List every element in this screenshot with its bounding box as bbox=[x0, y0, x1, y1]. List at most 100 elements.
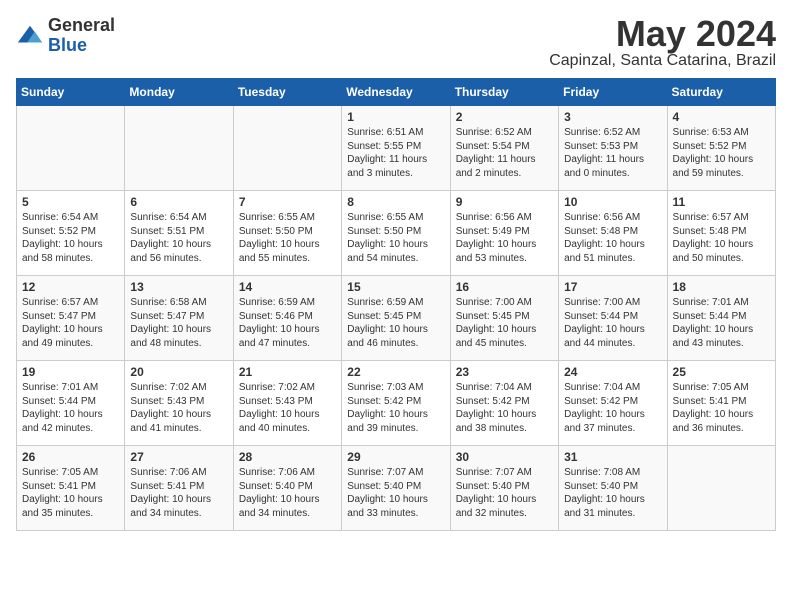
day-number: 8 bbox=[347, 195, 444, 209]
day-cell: 19 Sunrise: 7:01 AMSunset: 5:44 PMDayligh… bbox=[17, 361, 125, 446]
day-number: 5 bbox=[22, 195, 119, 209]
day-cell: 17 Sunrise: 7:00 AMSunset: 5:44 PMDayligh… bbox=[559, 276, 667, 361]
day-number: 2 bbox=[456, 110, 553, 124]
logo-general: General bbox=[48, 16, 115, 36]
header: General Blue May 2024 Capinzal, Santa Ca… bbox=[16, 16, 776, 70]
logo-icon bbox=[16, 22, 44, 50]
day-number: 12 bbox=[22, 280, 119, 294]
day-cell: 30 Sunrise: 7:07 AMSunset: 5:40 PMDayligh… bbox=[450, 446, 558, 531]
header-cell-sunday: Sunday bbox=[17, 79, 125, 106]
day-cell: 15 Sunrise: 6:59 AMSunset: 5:45 PMDayligh… bbox=[342, 276, 450, 361]
header-cell-saturday: Saturday bbox=[667, 79, 775, 106]
day-number: 21 bbox=[239, 365, 336, 379]
header-cell-tuesday: Tuesday bbox=[233, 79, 341, 106]
day-cell bbox=[233, 106, 341, 191]
day-info: Sunrise: 7:03 AMSunset: 5:42 PMDaylight:… bbox=[347, 381, 444, 435]
day-number: 20 bbox=[130, 365, 227, 379]
day-cell: 21 Sunrise: 7:02 AMSunset: 5:43 PMDayligh… bbox=[233, 361, 341, 446]
day-number: 22 bbox=[347, 365, 444, 379]
day-cell: 28 Sunrise: 7:06 AMSunset: 5:40 PMDayligh… bbox=[233, 446, 341, 531]
day-number: 25 bbox=[673, 365, 770, 379]
day-number: 13 bbox=[130, 280, 227, 294]
day-cell: 7 Sunrise: 6:55 AMSunset: 5:50 PMDaylight… bbox=[233, 191, 341, 276]
header-cell-wednesday: Wednesday bbox=[342, 79, 450, 106]
day-cell: 23 Sunrise: 7:04 AMSunset: 5:42 PMDayligh… bbox=[450, 361, 558, 446]
day-info: Sunrise: 6:53 AMSunset: 5:52 PMDaylight:… bbox=[673, 126, 770, 180]
day-number: 23 bbox=[456, 365, 553, 379]
day-info: Sunrise: 7:04 AMSunset: 5:42 PMDaylight:… bbox=[564, 381, 661, 435]
day-number: 17 bbox=[564, 280, 661, 294]
day-info: Sunrise: 6:54 AMSunset: 5:52 PMDaylight:… bbox=[22, 211, 119, 265]
day-number: 4 bbox=[673, 110, 770, 124]
day-number: 6 bbox=[130, 195, 227, 209]
day-info: Sunrise: 7:05 AMSunset: 5:41 PMDaylight:… bbox=[673, 381, 770, 435]
day-info: Sunrise: 7:02 AMSunset: 5:43 PMDaylight:… bbox=[239, 381, 336, 435]
day-info: Sunrise: 7:06 AMSunset: 5:41 PMDaylight:… bbox=[130, 466, 227, 520]
day-number: 29 bbox=[347, 450, 444, 464]
day-info: Sunrise: 7:07 AMSunset: 5:40 PMDaylight:… bbox=[347, 466, 444, 520]
day-cell: 4 Sunrise: 6:53 AMSunset: 5:52 PMDaylight… bbox=[667, 106, 775, 191]
day-cell: 14 Sunrise: 6:59 AMSunset: 5:46 PMDayligh… bbox=[233, 276, 341, 361]
day-number: 3 bbox=[564, 110, 661, 124]
day-cell: 31Sunrise: 7:08 AMSunset: 5:40 PMDayligh… bbox=[559, 446, 667, 531]
day-number: 10 bbox=[564, 195, 661, 209]
day-cell: 8 Sunrise: 6:55 AMSunset: 5:50 PMDaylight… bbox=[342, 191, 450, 276]
day-info: Sunrise: 6:52 AMSunset: 5:53 PMDaylight:… bbox=[564, 126, 661, 180]
day-number: 7 bbox=[239, 195, 336, 209]
day-info: Sunrise: 6:59 AMSunset: 5:45 PMDaylight:… bbox=[347, 296, 444, 350]
logo-blue: Blue bbox=[48, 36, 115, 56]
day-number: 15 bbox=[347, 280, 444, 294]
day-info: Sunrise: 6:59 AMSunset: 5:46 PMDaylight:… bbox=[239, 296, 336, 350]
day-info: Sunrise: 7:00 AMSunset: 5:44 PMDaylight:… bbox=[564, 296, 661, 350]
day-info: Sunrise: 6:52 AMSunset: 5:54 PMDaylight:… bbox=[456, 126, 553, 180]
day-info: Sunrise: 6:51 AMSunset: 5:55 PMDaylight:… bbox=[347, 126, 444, 180]
day-cell: 24 Sunrise: 7:04 AMSunset: 5:42 PMDayligh… bbox=[559, 361, 667, 446]
day-cell: 13Sunrise: 6:58 AMSunset: 5:47 PMDayligh… bbox=[125, 276, 233, 361]
day-cell bbox=[17, 106, 125, 191]
day-cell: 22 Sunrise: 7:03 AMSunset: 5:42 PMDayligh… bbox=[342, 361, 450, 446]
day-cell: 10 Sunrise: 6:56 AMSunset: 5:48 PMDayligh… bbox=[559, 191, 667, 276]
day-number: 26 bbox=[22, 450, 119, 464]
day-cell: 11Sunrise: 6:57 AMSunset: 5:48 PMDayligh… bbox=[667, 191, 775, 276]
header-cell-friday: Friday bbox=[559, 79, 667, 106]
day-cell: 2 Sunrise: 6:52 AMSunset: 5:54 PMDaylight… bbox=[450, 106, 558, 191]
day-number: 19 bbox=[22, 365, 119, 379]
day-info: Sunrise: 6:56 AMSunset: 5:49 PMDaylight:… bbox=[456, 211, 553, 265]
day-number: 9 bbox=[456, 195, 553, 209]
day-cell: 9 Sunrise: 6:56 AMSunset: 5:49 PMDaylight… bbox=[450, 191, 558, 276]
week-row-4: 26Sunrise: 7:05 AMSunset: 5:41 PMDayligh… bbox=[17, 446, 776, 531]
day-number: 30 bbox=[456, 450, 553, 464]
day-cell: 6 Sunrise: 6:54 AMSunset: 5:51 PMDaylight… bbox=[125, 191, 233, 276]
day-info: Sunrise: 6:56 AMSunset: 5:48 PMDaylight:… bbox=[564, 211, 661, 265]
day-number: 24 bbox=[564, 365, 661, 379]
day-info: Sunrise: 6:57 AMSunset: 5:47 PMDaylight:… bbox=[22, 296, 119, 350]
day-info: Sunrise: 7:06 AMSunset: 5:40 PMDaylight:… bbox=[239, 466, 336, 520]
day-info: Sunrise: 7:07 AMSunset: 5:40 PMDaylight:… bbox=[456, 466, 553, 520]
day-cell: 27Sunrise: 7:06 AMSunset: 5:41 PMDayligh… bbox=[125, 446, 233, 531]
logo: General Blue bbox=[16, 16, 115, 56]
day-cell: 12 Sunrise: 6:57 AMSunset: 5:47 PMDayligh… bbox=[17, 276, 125, 361]
week-row-2: 12 Sunrise: 6:57 AMSunset: 5:47 PMDayligh… bbox=[17, 276, 776, 361]
day-number: 18 bbox=[673, 280, 770, 294]
day-cell: 29 Sunrise: 7:07 AMSunset: 5:40 PMDayligh… bbox=[342, 446, 450, 531]
day-cell: 18 Sunrise: 7:01 AMSunset: 5:44 PMDayligh… bbox=[667, 276, 775, 361]
day-info: Sunrise: 7:01 AMSunset: 5:44 PMDaylight:… bbox=[673, 296, 770, 350]
month-title: May 2024 bbox=[549, 16, 776, 52]
day-number: 14 bbox=[239, 280, 336, 294]
location-title: Capinzal, Santa Catarina, Brazil bbox=[549, 52, 776, 70]
logo-text: General Blue bbox=[48, 16, 115, 56]
day-info: Sunrise: 6:55 AMSunset: 5:50 PMDaylight:… bbox=[347, 211, 444, 265]
day-number: 28 bbox=[239, 450, 336, 464]
day-info: Sunrise: 6:57 AMSunset: 5:48 PMDaylight:… bbox=[673, 211, 770, 265]
title-area: May 2024 Capinzal, Santa Catarina, Brazi… bbox=[549, 16, 776, 70]
day-info: Sunrise: 7:04 AMSunset: 5:42 PMDaylight:… bbox=[456, 381, 553, 435]
day-info: Sunrise: 7:00 AMSunset: 5:45 PMDaylight:… bbox=[456, 296, 553, 350]
day-info: Sunrise: 6:55 AMSunset: 5:50 PMDaylight:… bbox=[239, 211, 336, 265]
header-cell-thursday: Thursday bbox=[450, 79, 558, 106]
day-info: Sunrise: 7:01 AMSunset: 5:44 PMDaylight:… bbox=[22, 381, 119, 435]
day-cell: 3 Sunrise: 6:52 AMSunset: 5:53 PMDaylight… bbox=[559, 106, 667, 191]
day-number: 16 bbox=[456, 280, 553, 294]
day-info: Sunrise: 6:54 AMSunset: 5:51 PMDaylight:… bbox=[130, 211, 227, 265]
day-number: 31 bbox=[564, 450, 661, 464]
week-row-3: 19 Sunrise: 7:01 AMSunset: 5:44 PMDayligh… bbox=[17, 361, 776, 446]
